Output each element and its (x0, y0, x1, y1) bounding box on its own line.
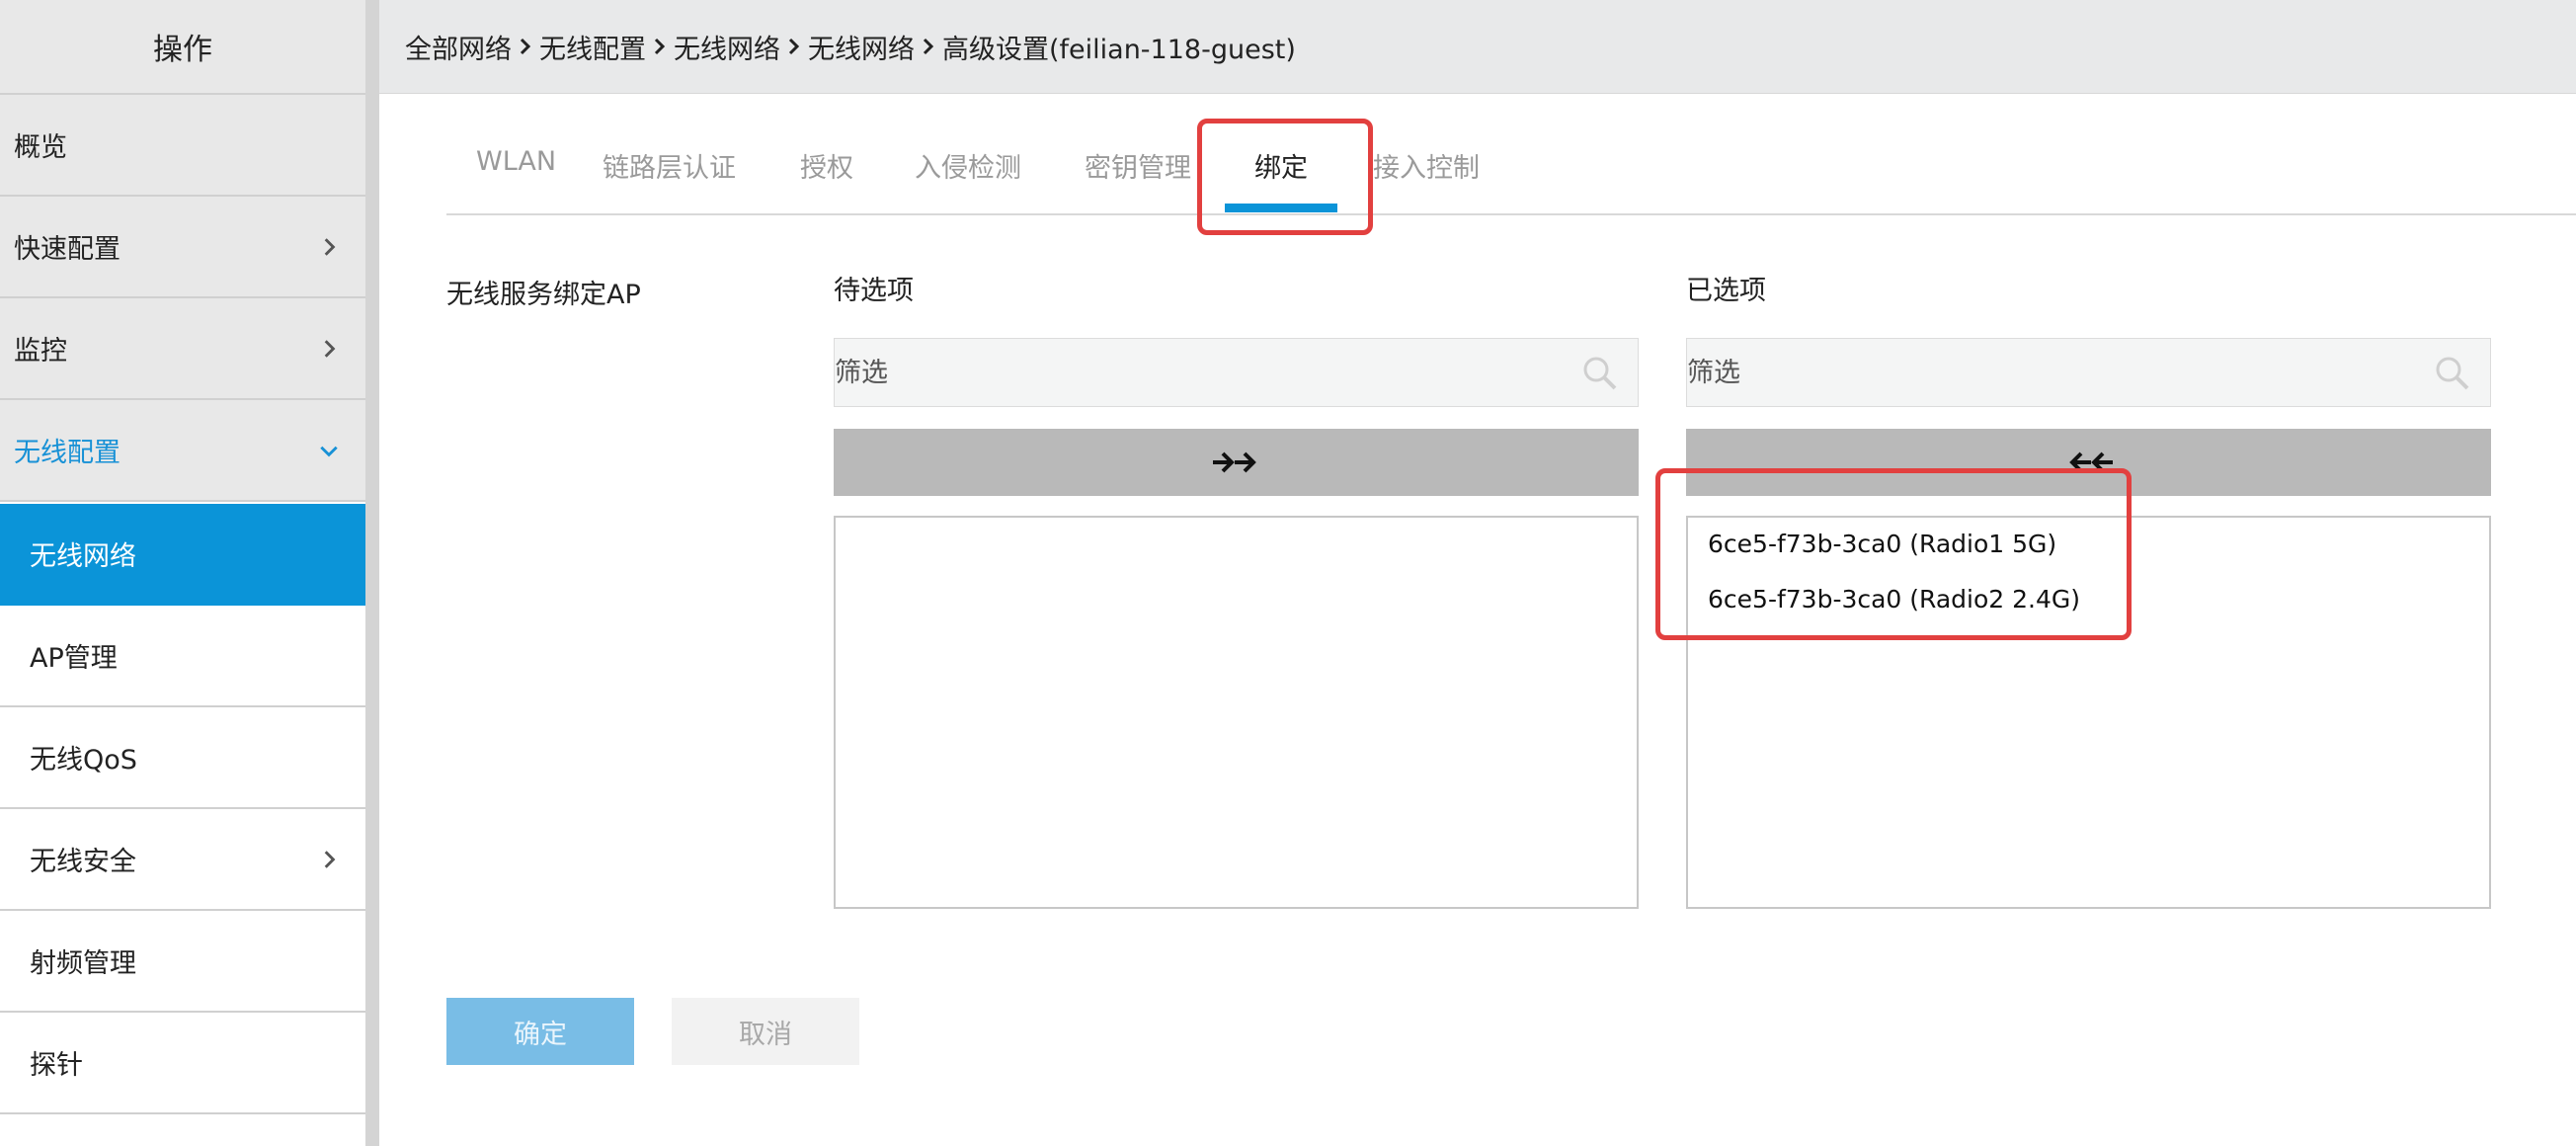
chevron-right-icon (324, 339, 336, 358)
tab-intrusion-detection[interactable]: 入侵检测 (915, 146, 1021, 185)
breadcrumb: 全部网络 无线配置 无线网络 无线网络 高级设置(feilian-118-gue… (379, 0, 2576, 94)
sidebar-header: 操作 (0, 0, 365, 95)
selected-filter-input[interactable] (1686, 338, 2491, 407)
sidebar-item-label: 射频管理 (30, 948, 136, 979)
chevron-right-icon (788, 38, 800, 55)
sidebar-item-label: 快速配置 (14, 234, 121, 265)
chevron-right-icon (324, 850, 336, 868)
sidebar-item-radio-management[interactable]: 射频管理 (0, 911, 365, 1013)
sidebar-item-overview[interactable]: 概览 (0, 95, 365, 197)
cancel-button[interactable]: 取消 (672, 998, 859, 1065)
sidebar-item-label: 监控 (14, 336, 67, 367)
tab-authorization[interactable]: 授权 (800, 146, 853, 185)
highlight-box-tab (1197, 119, 1373, 235)
chevron-right-icon (324, 237, 336, 256)
chevron-right-icon (520, 38, 531, 55)
sidebar-item-ap-management[interactable]: AP管理 (0, 606, 365, 707)
sidebar-item-wireless-network[interactable]: 无线网络 (0, 504, 365, 606)
sidebar-item-label: 无线配置 (14, 438, 121, 468)
sidebar-header-label: 操作 (153, 33, 212, 67)
sidebar-item-label: 探针 (30, 1050, 83, 1081)
chevron-down-icon (320, 446, 338, 456)
sidebar-item-label: 无线QoS (30, 745, 137, 776)
chevron-right-icon (923, 38, 934, 55)
breadcrumb-item[interactable]: 全部网络 (405, 28, 512, 66)
sidebar-item-label: AP管理 (30, 643, 118, 674)
available-title: 待选项 (834, 276, 914, 306)
breadcrumb-item[interactable]: 无线配置 (539, 28, 646, 66)
chevron-right-icon (654, 38, 666, 55)
sidebar-item-quick-config[interactable]: 快速配置 (0, 197, 365, 298)
tab-key-management[interactable]: 密钥管理 (1085, 146, 1191, 185)
sidebar-item-label: 概览 (14, 132, 67, 163)
double-arrow-right-icon (1212, 451, 1256, 473)
available-filter-input[interactable] (834, 338, 1639, 407)
breadcrumb-current: 高级设置(feilian-118-guest) (942, 34, 1296, 65)
highlight-box-selected-items (1655, 468, 2132, 640)
tab-wlan[interactable]: WLAN (476, 146, 556, 177)
sidebar-item-wireless-config[interactable]: 无线配置 (0, 400, 365, 502)
move-to-selected-button[interactable] (834, 429, 1639, 496)
tab-link-auth[interactable]: 链路层认证 (603, 146, 736, 185)
sidebar-splitter[interactable] (365, 0, 379, 1146)
sidebar-item-label: 无线安全 (30, 847, 136, 877)
breadcrumb-item[interactable]: 无线网络 (808, 28, 915, 66)
field-label: 无线服务绑定AP (446, 280, 641, 310)
confirm-button[interactable]: 确定 (446, 998, 634, 1065)
tab-bar: WLAN 链路层认证 授权 入侵检测 密钥管理 绑定 接入控制 (446, 119, 2576, 215)
sidebar-item-monitor[interactable]: 监控 (0, 298, 365, 400)
selected-title: 已选项 (1686, 276, 1766, 306)
search-icon[interactable] (1580, 354, 1620, 393)
available-listbox[interactable] (834, 516, 1639, 909)
tab-access-control[interactable]: 接入控制 (1373, 146, 1480, 185)
sidebar-item-label: 无线网络 (30, 541, 136, 572)
sidebar-item-probe[interactable]: 探针 (0, 1013, 365, 1114)
search-icon[interactable] (2433, 354, 2472, 393)
sidebar-item-wireless-security[interactable]: 无线安全 (0, 809, 365, 911)
sidebar-item-wireless-qos[interactable]: 无线QoS (0, 707, 365, 809)
breadcrumb-item[interactable]: 无线网络 (674, 28, 780, 66)
sidebar: 操作 概览 快速配置 监控 无线配置 无线网络 AP管理 无线QoS 无线安全 … (0, 0, 366, 1146)
